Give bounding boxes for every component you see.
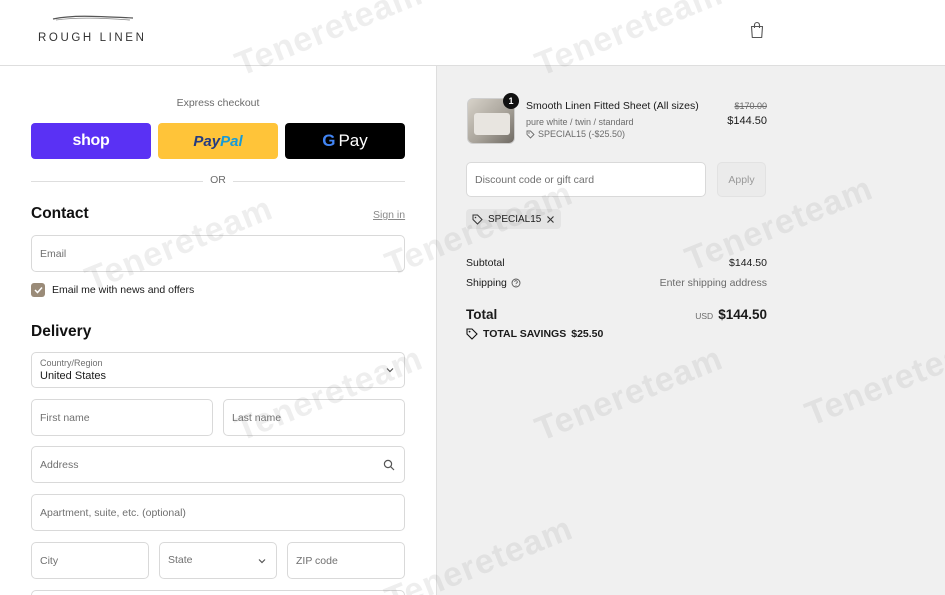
first-name-field[interactable]: First name <box>31 399 213 436</box>
country-label: Country/Region <box>40 358 103 368</box>
product-variant: pure white / twin / standard <box>526 117 634 127</box>
phone-field-partial[interactable] <box>31 590 405 595</box>
product-discount-text: SPECIAL15 (-$25.50) <box>538 129 626 139</box>
newsletter-option[interactable]: Email me with news and offers <box>31 282 194 298</box>
newsletter-checkbox[interactable] <box>31 283 45 297</box>
tag-icon <box>472 214 483 225</box>
savings-value: $25.50 <box>571 328 604 340</box>
google-pay-button[interactable]: G Pay <box>285 123 405 159</box>
google-pay-label: Pay <box>338 131 368 150</box>
item-price: $144.50 <box>727 115 767 127</box>
country-value: United States <box>40 370 107 382</box>
google-g-letter: G <box>322 131 336 150</box>
help-icon[interactable] <box>511 278 521 288</box>
first-name-placeholder: First name <box>40 411 90 424</box>
city-placeholder: City <box>40 554 59 567</box>
shipping-value: Enter shipping address <box>659 277 767 289</box>
total-savings: TOTAL SAVINGS $25.50 <box>466 328 603 340</box>
shop-pay-button[interactable]: shop <box>31 123 151 159</box>
last-name-field[interactable]: Last name <box>223 399 405 436</box>
discount-code-input[interactable]: Discount code or gift card <box>466 162 706 197</box>
newsletter-label: Email me with news and offers <box>52 284 195 296</box>
chevron-down-icon <box>386 368 394 373</box>
subtotal-value: $144.50 <box>729 257 767 269</box>
total-amount: $144.50 <box>718 307 767 322</box>
currency-code: USD <box>695 311 714 321</box>
applied-code: SPECIAL15 <box>488 213 542 225</box>
applied-discount-chip: SPECIAL15 <box>466 209 562 229</box>
paypal-label-pay: Pay <box>193 132 221 150</box>
product-discount: SPECIAL15 (-$25.50) <box>526 129 625 139</box>
quantity-badge: 1 <box>503 93 519 109</box>
contact-title: Contact <box>31 205 89 222</box>
remove-discount-button[interactable] <box>546 215 555 224</box>
site-header: ROUGH LINEN <box>0 0 945 66</box>
discount-placeholder: Discount code or gift card <box>475 174 595 186</box>
apartment-placeholder: Apartment, suite, etc. (optional) <box>40 506 186 519</box>
shipping-row: Shipping <box>466 277 521 289</box>
total-label: Total <box>466 307 498 322</box>
or-divider: OR <box>31 174 405 188</box>
delivery-title: Delivery <box>31 323 92 340</box>
city-field[interactable]: City <box>31 542 149 579</box>
logo-swoosh-icon <box>52 15 134 21</box>
last-name-placeholder: Last name <box>232 411 282 424</box>
checkmark-icon <box>33 286 43 294</box>
product-name: Smooth Linen Fitted Sheet (All sizes) <box>526 100 699 112</box>
address-placeholder: Address <box>40 458 79 471</box>
email-placeholder: Email <box>40 247 67 260</box>
total-value: USD $144.50 <box>695 307 767 322</box>
shopping-bag-icon[interactable] <box>749 21 765 39</box>
zip-placeholder: ZIP code <box>296 554 338 567</box>
brand-logo[interactable]: ROUGH LINEN <box>38 14 154 50</box>
savings-label: TOTAL SAVINGS <box>483 328 567 340</box>
original-price: $170.00 <box>734 101 767 111</box>
paypal-label-pal: Pal <box>220 132 243 150</box>
state-label: State <box>168 554 193 566</box>
state-select[interactable]: State <box>159 542 277 579</box>
email-field[interactable]: Email <box>31 235 405 272</box>
brand-name: ROUGH LINEN <box>38 32 147 44</box>
zip-field[interactable]: ZIP code <box>287 542 405 579</box>
subtotal-label: Subtotal <box>466 257 505 269</box>
product-image-sheet <box>474 113 510 135</box>
tag-icon <box>466 328 478 340</box>
chevron-down-icon <box>258 558 266 563</box>
shop-pay-label: shop <box>72 132 110 149</box>
address-field[interactable]: Address <box>31 446 405 483</box>
google-g-icon: G <box>322 131 335 151</box>
country-select[interactable]: Country/Region United States <box>31 352 405 388</box>
shipping-label: Shipping <box>466 277 507 289</box>
apply-button[interactable]: Apply <box>717 162 766 197</box>
or-label: OR <box>210 174 226 186</box>
apartment-field[interactable]: Apartment, suite, etc. (optional) <box>31 494 405 531</box>
search-icon[interactable] <box>383 459 395 471</box>
sign-in-link[interactable]: Sign in <box>373 209 405 221</box>
close-icon <box>547 215 555 223</box>
paypal-button[interactable]: Pay Pal <box>158 123 278 159</box>
express-checkout-title: Express checkout <box>176 97 260 109</box>
tag-icon <box>526 130 535 139</box>
